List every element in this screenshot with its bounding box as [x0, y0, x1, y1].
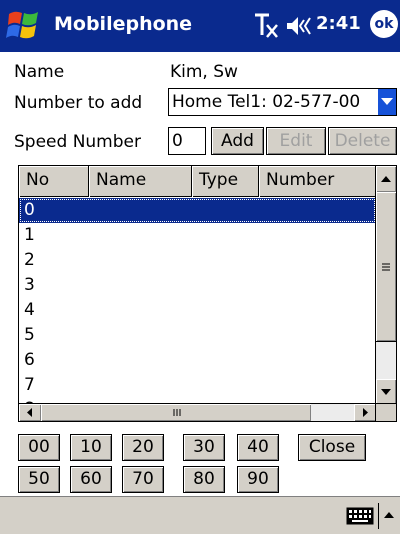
- ok-button[interactable]: ok: [370, 10, 398, 38]
- jump-button-40[interactable]: 40: [237, 434, 279, 461]
- scroll-down-button[interactable]: [376, 379, 396, 405]
- name-value: Kim, Sw: [170, 62, 238, 82]
- delete-button[interactable]: Delete: [328, 127, 397, 155]
- volume-icon[interactable]: [285, 14, 313, 38]
- close-button[interactable]: Close: [298, 434, 366, 461]
- dropdown-arrow-button[interactable]: [378, 89, 396, 115]
- list-rows: 0 1 2 3 4 5 6 7 8: [19, 198, 376, 405]
- vertical-scrollbar[interactable]: [375, 166, 396, 405]
- jump-button-30[interactable]: 30: [183, 434, 225, 461]
- jump-button-60[interactable]: 60: [70, 466, 112, 493]
- list-item[interactable]: 4: [19, 298, 376, 323]
- speed-dial-list[interactable]: No Name Type Number 0 1 2 3 4 5 6 7 8: [18, 165, 397, 422]
- number-to-add-dropdown[interactable]: Home Tel1: 02-577-00: [168, 88, 397, 116]
- speed-number-input[interactable]: 0: [168, 127, 206, 155]
- list-item[interactable]: 3: [19, 273, 376, 298]
- jump-button-70[interactable]: 70: [122, 466, 164, 493]
- scroll-up-button[interactable]: [376, 166, 396, 192]
- list-item[interactable]: 7: [19, 373, 376, 398]
- list-item[interactable]: 5: [19, 323, 376, 348]
- speed-number-label: Speed Number: [14, 132, 141, 152]
- list-item[interactable]: 6: [19, 348, 376, 373]
- sip-divider: [378, 503, 379, 529]
- number-to-add-value: Home Tel1: 02-577-00: [172, 92, 361, 112]
- grip-icon: [173, 409, 181, 416]
- arrow-down-icon: [381, 389, 391, 395]
- menu-bar: [0, 496, 400, 534]
- chevron-up-icon[interactable]: [382, 510, 396, 520]
- column-header-no[interactable]: No: [19, 166, 89, 197]
- horizontal-scroll-thumb[interactable]: [41, 404, 311, 421]
- add-button[interactable]: Add: [211, 127, 264, 155]
- list-item[interactable]: 2: [19, 248, 376, 273]
- scrollbar-corner: [375, 403, 396, 421]
- jump-button-00[interactable]: 00: [18, 434, 60, 461]
- vertical-scroll-thumb[interactable]: [376, 192, 396, 342]
- horizontal-scrollbar[interactable]: [19, 403, 376, 421]
- number-to-add-label: Number to add: [14, 93, 143, 113]
- signal-off-icon[interactable]: [253, 11, 279, 39]
- list-item[interactable]: 0: [19, 198, 376, 223]
- clock[interactable]: 2:41: [316, 13, 361, 34]
- arrow-right-icon: [363, 408, 368, 417]
- scroll-left-button[interactable]: [19, 404, 41, 421]
- column-header-type[interactable]: Type: [192, 166, 259, 197]
- column-header-name[interactable]: Name: [89, 166, 192, 197]
- jump-button-10[interactable]: 10: [70, 434, 112, 461]
- scroll-right-button[interactable]: [354, 404, 376, 421]
- name-label: Name: [14, 62, 65, 82]
- list-header: No Name Type Number: [19, 166, 376, 197]
- title-bar: Mobilephone 2:41 ok: [0, 0, 400, 52]
- jump-button-90[interactable]: 90: [237, 466, 279, 493]
- list-item[interactable]: 1: [19, 223, 376, 248]
- edit-button[interactable]: Edit: [266, 127, 326, 155]
- jump-button-80[interactable]: 80: [183, 466, 225, 493]
- chevron-down-icon: [381, 98, 393, 105]
- column-header-number[interactable]: Number: [259, 166, 376, 197]
- jump-button-50[interactable]: 50: [18, 466, 60, 493]
- grip-icon: [382, 263, 390, 271]
- app-title: Mobilephone: [54, 13, 193, 35]
- keyboard-icon[interactable]: [346, 507, 374, 525]
- windows-start-icon[interactable]: [5, 8, 43, 44]
- jump-button-20[interactable]: 20: [122, 434, 164, 461]
- arrow-left-icon: [27, 408, 32, 417]
- arrow-up-icon: [381, 176, 391, 182]
